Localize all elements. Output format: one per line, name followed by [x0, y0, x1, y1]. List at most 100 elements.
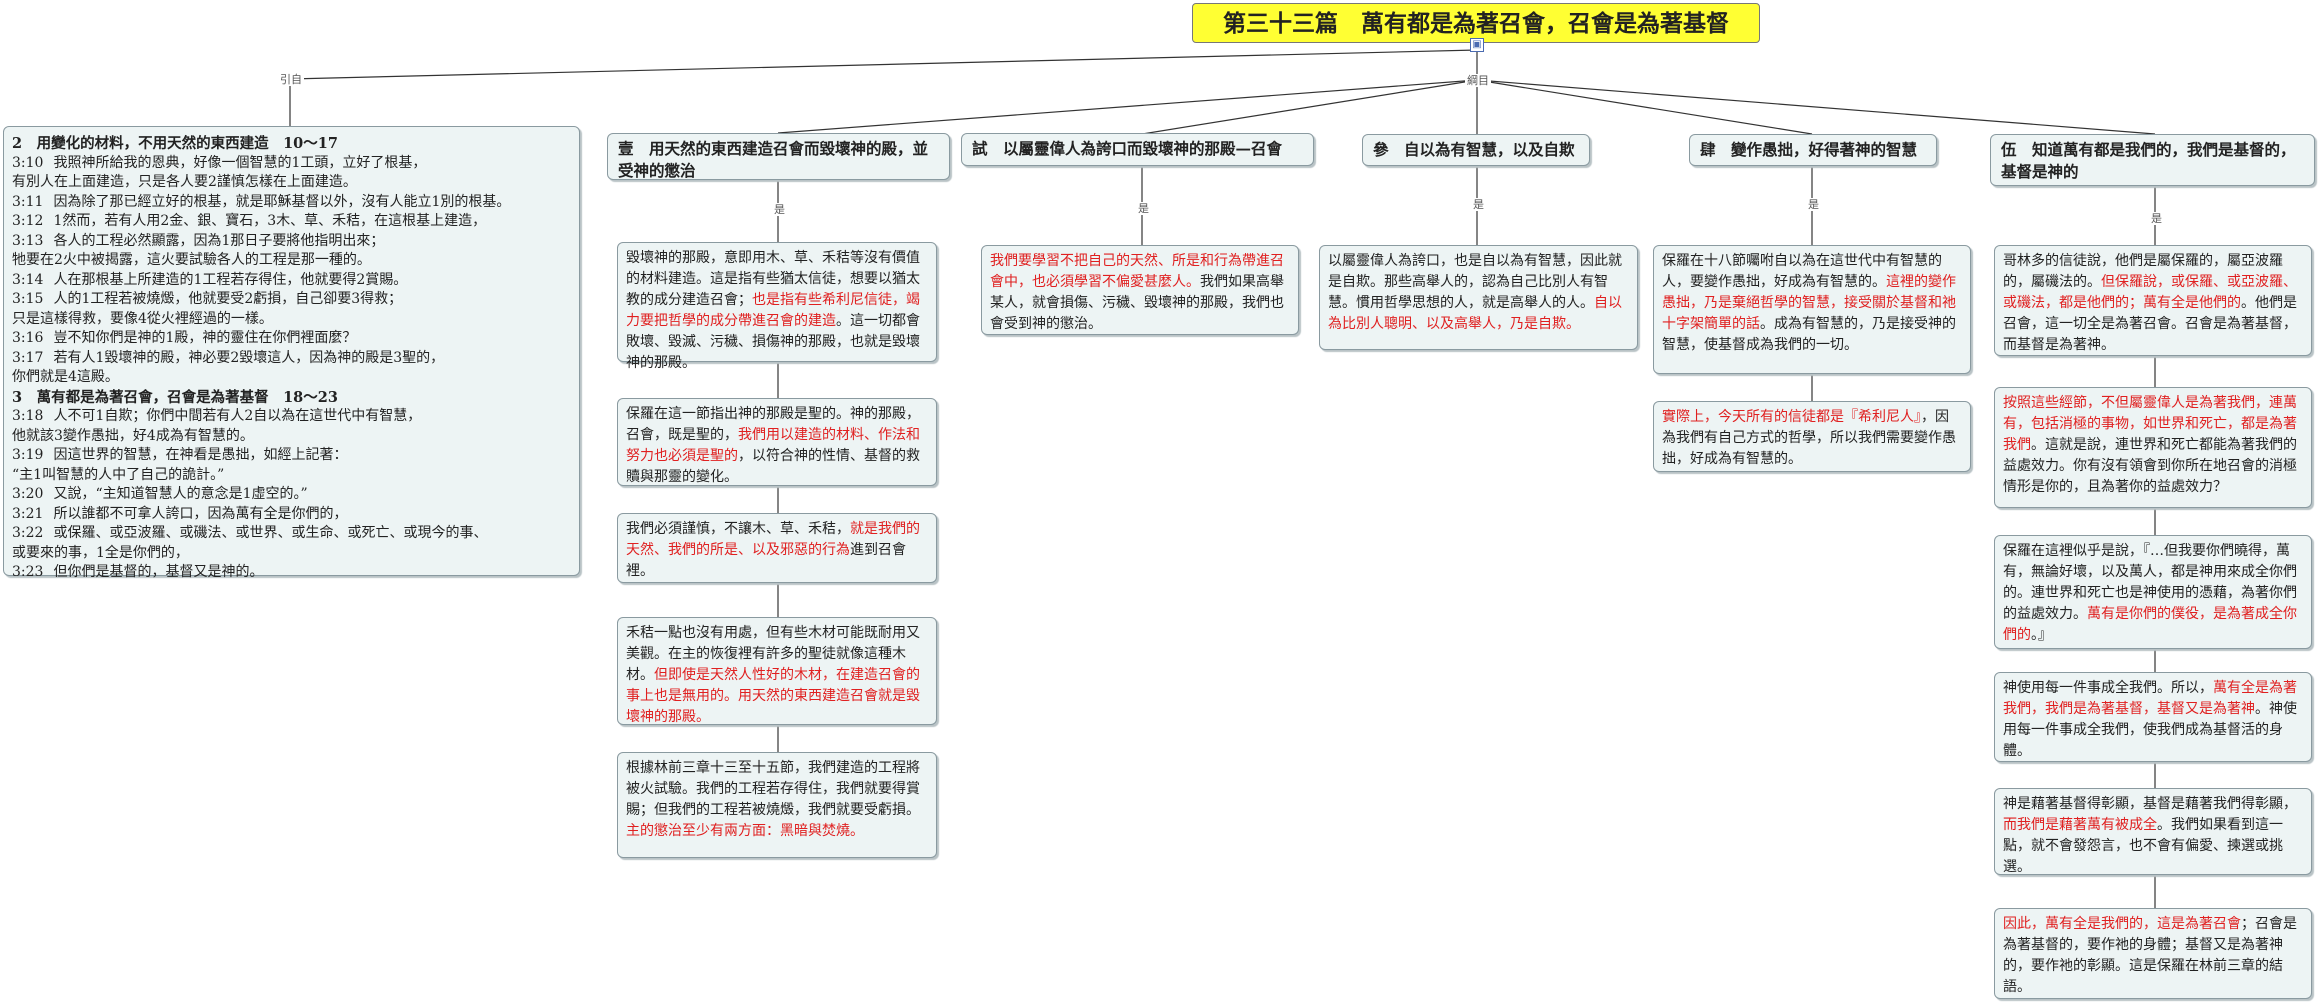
note-node[interactable]: 保羅在這裡似乎是說，『…但我要你們曉得，萬有，無論好壞，以及萬人，都是神用來成全…	[1994, 535, 2312, 649]
verse-text: 牠要在2火中被揭露，這火要試驗各人的工程是那一種的。	[12, 252, 371, 268]
verse-text: 1然而，若有人用2金、銀、寶石，3木、草、禾秸，在這根基上建造，	[53, 213, 487, 229]
highlight-text: 因此，萬有全是我們的，這是為著召會	[2003, 916, 2241, 932]
verse-text: 但你們是基督的，基督又是神的。	[53, 564, 264, 580]
note-node[interactable]: 我們必須謹慎，不讓木、草、禾秸，就是我們的天然、我們的所是、以及邪惡的行為進到召…	[617, 513, 937, 583]
connector-label-intro: 引自	[278, 73, 304, 86]
highlight-text: 而我們是藉著萬有被成全	[2003, 817, 2157, 833]
verse-text: 或保羅、或亞波羅、或磯法、或世界、或生命、或死亡、或現今的事、	[53, 525, 488, 541]
verse-line: 3:19 因這世界的智慧，在神看是愚拙，如經上記著：	[12, 446, 571, 466]
verse-line: 3:22 或保羅、或亞波羅、或磯法、或世界、或生命、或死亡、或現今的事、	[12, 524, 571, 544]
collapse-icon[interactable]: ▣	[1470, 38, 1484, 52]
verse-line: 3:14 人在那根基上所建造的1工程若存得住，他就要得2賞賜。	[12, 271, 571, 291]
note-text: 根據林前三章十三至十五節，我們建造的工程將被火試驗。我們的工程若存得住，我們就要…	[626, 760, 920, 818]
verse-line: 3:17 若有人1毀壞神的殿，神必要2毀壞這人，因為神的殿是3聖的，	[12, 349, 571, 369]
verse-ref: 3:21	[12, 505, 44, 522]
verse-ref: 3:17	[12, 349, 44, 366]
note-node[interactable]: 以屬靈偉人為誇口，也是自以為有智慧，因此就是自欺。那些高舉人的，認為自己比別人有…	[1319, 245, 1638, 350]
connector-label-outline: 綱目	[1465, 74, 1491, 87]
verse-text: 或要來的事，1全是你們的，	[12, 544, 189, 561]
verse-line: 有別人在上面建造，只是各人要2謹慎怎樣在上面建造。	[12, 173, 571, 193]
verse-ref: 3:13	[12, 232, 44, 249]
verse-text: 豈不知你們是神的1殿，神的靈住在你們裡面麼？	[53, 330, 357, 346]
note-text: 神是藉著基督得彰顯，基督是藉著我們得彰顯，	[2003, 796, 2297, 812]
verse-text: 人在那根基上所建造的1工程若存得住，他就要得2賞賜。	[53, 271, 408, 288]
connector-label-is: 是	[1471, 198, 1486, 211]
verse-line: 3:20 又說，“主知道智慧人的意念是1虛空的。”	[12, 485, 571, 505]
verse-text: 所以誰都不可拿人誇口，因為萬有全是你們的，	[53, 505, 348, 522]
note-node[interactable]: 神是藉著基督得彰顯，基督是藉著我們得彰顯，而我們是藉著萬有被成全。我們如果看到這…	[1994, 788, 2312, 875]
note-text: 。』	[2031, 627, 2052, 643]
note-node[interactable]: 禾秸一點也沒有用處，但有些木材可能既耐用又美觀。在主的恢復裡有許多的聖徒就像這種…	[617, 617, 937, 725]
verse-line: 3:13 各人的工程必然顯露，因為1那日子要將他指明出來；	[12, 232, 571, 252]
verse-line: 3:11 因為除了那已經立好的根基，就是耶穌基督以外，沒有人能立1別的根基。	[12, 193, 571, 213]
verse-text: 你們就是4這殿。	[12, 369, 119, 385]
note-node[interactable]: 保羅在這一節指出神的那殿是聖的。神的那殿，召會，既是聖的，我們用以建造的材料、作…	[617, 398, 937, 486]
verse-text: 若有人1毀壞神的殿，神必要2毀壞這人，因為神的殿是3聖的，	[53, 349, 445, 366]
verse-ref: 3:14	[12, 271, 44, 288]
verse-line: 3:21 所以誰都不可拿人誇口，因為萬有全是你們的，	[12, 505, 571, 525]
verse-ref: 3:18	[12, 408, 44, 424]
verse-ref: 3:11	[12, 193, 44, 210]
verse-line: 3:16 豈不知你們是神的1殿，神的靈住在你們裡面麼？	[12, 329, 571, 349]
verse-list: 3:18 人不可1自欺；你們中間若有人2自以為在這世代中有智慧， 他就該3變作愚拙，…	[12, 407, 571, 583]
verse-line: 3:18 人不可1自欺；你們中間若有人2自以為在這世代中有智慧，	[12, 407, 571, 427]
verse-line: “主1叫智慧的人中了自己的詭計。”	[12, 466, 571, 486]
note-text: 以屬靈偉人為誇口，也是自以為有智慧，因此就是自欺。那些高舉人的，認為自己比別人有…	[1328, 253, 1622, 311]
verse-text: “主1叫智慧的人中了自己的詭計。”	[12, 466, 225, 483]
verse-text: 因為除了那已經立好的根基，就是耶穌基督以外，沒有人能立1別的根基。	[53, 193, 511, 210]
highlight-text: 主的懲治至少有兩方面：黑暗與焚燒。	[626, 823, 864, 839]
connector-label-is: 是	[2149, 212, 2164, 225]
verse-ref: 3:20	[12, 486, 44, 502]
verse-list: 3:10 我照神所給我的恩典，好像一個智慧的1工頭，立好了根基， 有別人在上面建造，…	[12, 154, 571, 388]
verse-ref: 3:10	[12, 154, 44, 171]
highlight-text: 但即使是天然人性好的木材，在建造召會的事上也是無用的。用天然的東西建造召會就是毀…	[626, 667, 920, 725]
section-1-title[interactable]: 壹 用天然的東西建造召會而毀壞神的殿，並受神的懲治	[607, 133, 950, 180]
scripture-heading: 2 用變化的材料，不用天然的東西建造 10～17	[12, 135, 338, 152]
verse-ref: 3:12	[12, 213, 44, 229]
note-node[interactable]: 我們要學習不把自己的天然、所是和行為帶進召會中，也必須學習不偏愛甚麼人。我們如果…	[981, 245, 1299, 335]
note-node[interactable]: 神使用每一件事成全我們。所以，萬有全是為著我們，我們是為著基督，基督又是為著神。…	[1994, 672, 2312, 762]
section-2-title[interactable]: 試 以屬靈偉人為誇口而毀壞神的那殿—召會	[961, 133, 1314, 166]
verse-ref: 3:19	[12, 447, 44, 463]
verse-ref: 3:16	[12, 330, 44, 346]
verse-ref: 3:23	[12, 564, 44, 580]
connector-label-is: 是	[1136, 202, 1151, 215]
verse-line: 3:15 人的1工程若被燒燬，他就要受2虧損，自己卻要3得救；	[12, 290, 571, 310]
verse-line: 你們就是4這殿。	[12, 368, 571, 388]
verse-line: 或要來的事，1全是你們的，	[12, 544, 571, 564]
note-node[interactable]: 哥林多的信徒說，他們是屬保羅的，屬亞波羅的，屬磯法的。但保羅說，或保羅、或亞波羅…	[1994, 245, 2312, 356]
note-node[interactable]: 根據林前三章十三至十五節，我們建造的工程將被火試驗。我們的工程若存得住，我們就要…	[617, 752, 937, 858]
verse-line: 3:12 1然而，若有人用2金、銀、寶石，3木、草、禾秸，在這根基上建造，	[12, 212, 571, 232]
connector-label-is: 是	[772, 203, 787, 216]
connector-label-is: 是	[1806, 198, 1821, 211]
section-3-title[interactable]: 參 自以為有智慧，以及自欺	[1362, 134, 1590, 166]
scripture-node[interactable]: 2 用變化的材料，不用天然的東西建造 10～17 3:10 我照神所給我的恩典，好…	[3, 126, 580, 580]
verse-line: 牠要在2火中被揭露，這火要試驗各人的工程是那一種的。	[12, 251, 571, 271]
note-text: 。這就是說，連世界和死亡都能為著我們的益處效力。你有沒有領會到你所在地召會的消極…	[2003, 437, 2297, 495]
note-text: 我們必須謹慎，不讓木、草、禾秸，	[626, 521, 850, 537]
verse-text: 我照神所給我的恩典，好像一個智慧的1工頭，立好了根基，	[53, 154, 427, 171]
verse-text: 有別人在上面建造，只是各人要2謹慎怎樣在上面建造。	[12, 174, 357, 190]
section-4-title[interactable]: 肆 變作愚拙，好得著神的智慧	[1689, 134, 1937, 166]
mindmap-root-title[interactable]: 第三十三篇 萬有都是為著召會，召會是為著基督	[1192, 3, 1760, 43]
verse-text: 人不可1自欺；你們中間若有人2自以為在這世代中有智慧，	[53, 408, 422, 424]
scripture-heading: 3 萬有都是為著召會，召會是為著基督 18～23	[12, 388, 338, 406]
verse-text: 因這世界的智慧，在神看是愚拙，如經上記著：	[53, 447, 348, 463]
note-node[interactable]: 保羅在十八節囑咐自以為在這世代中有智慧的人，要變作愚拙，好成為有智慧的。這裡的變…	[1653, 245, 1971, 374]
verse-line: 3:10 我照神所給我的恩典，好像一個智慧的1工頭，立好了根基，	[12, 154, 571, 174]
note-node[interactable]: 按照這些經節，不但屬靈偉人是為著我們，連萬有，包括消極的事物，如世界和死亡，都是…	[1994, 387, 2312, 508]
verse-text: 各人的工程必然顯露，因為1那日子要將他指明出來；	[53, 232, 385, 249]
highlight-text: 實際上，今天所有的信徒都是『希利尼人』	[1662, 409, 1921, 425]
verse-text: 他就該3變作愚拙，好4成為有智慧的。	[12, 427, 254, 444]
section-5-title[interactable]: 伍 知道萬有都是我們的，我們是基督的，基督是神的	[1990, 134, 2315, 186]
verse-text: 又說，“主知道智慧人的意念是1虛空的。”	[53, 486, 308, 502]
note-node[interactable]: 實際上，今天所有的信徒都是『希利尼人』，因為我們有自己方式的哲學，所以我們需要變…	[1653, 401, 1971, 472]
note-node[interactable]: 因此，萬有全是我們的，這是為著召會；召會是為著基督的，要作祂的身體；基督又是為著…	[1994, 908, 2312, 999]
verse-text: 只是這樣得救，要像4從火裡經過的一樣。	[12, 310, 273, 327]
verse-text: 人的1工程若被燒燬，他就要受2虧損，自己卻要3得救；	[53, 291, 403, 307]
verse-ref: 3:15	[12, 291, 44, 307]
verse-line: 只是這樣得救，要像4從火裡經過的一樣。	[12, 310, 571, 330]
note-node[interactable]: 毀壞神的那殿，意即用木、草、禾秸等沒有價值的材料建造。這是指有些猶太信徒，想要以…	[617, 242, 937, 371]
verse-ref: 3:22	[12, 525, 44, 541]
verse-line: 他就該3變作愚拙，好4成為有智慧的。	[12, 427, 571, 447]
